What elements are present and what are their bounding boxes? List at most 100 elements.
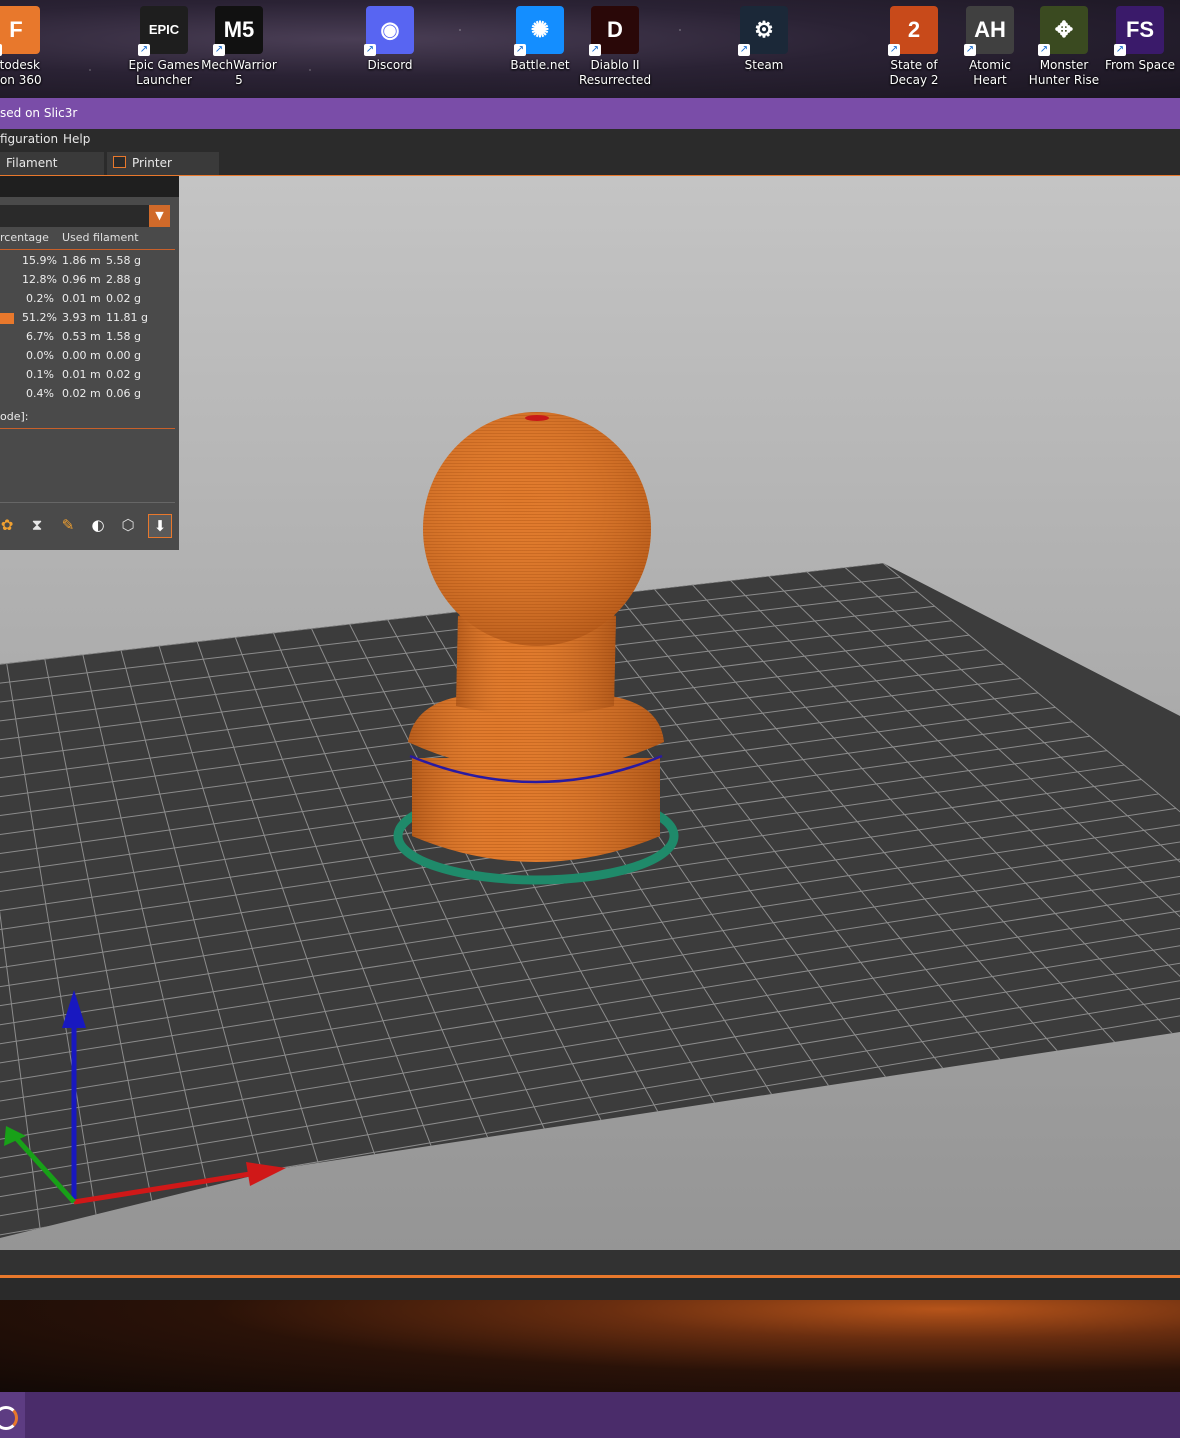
legend-percentage: 15.9% [22,254,57,267]
shortcut-arrow-icon: ↗ [888,44,900,56]
from-space-icon: FS ↗ [1114,6,1164,56]
shortcut-arrow-icon: ↗ [213,44,225,56]
legend-length: 0.01 m [62,368,101,381]
window-bottom-edge [0,1278,1180,1300]
menu-help[interactable]: Help [63,132,90,146]
shortcut-arrow-icon: ↗ [138,44,150,56]
legend-length: 0.96 m [62,273,101,286]
legend-length: 0.00 m [62,349,101,362]
desktop-icon-battlenet[interactable]: ✺ ↗ Battle.net [502,6,578,73]
desktop-wallpaper: F↗utodesk sion 360 EPIC↗Epic Games Launch… [0,0,1180,98]
color-swatch [0,313,14,324]
legend-row: 0.4% 0.02 m 0.06 g [0,385,179,404]
legend-weight: 0.02 g [106,368,141,381]
legend-percentage: 0.0% [26,349,54,362]
hourglass-icon[interactable]: ⧗ [26,514,48,536]
window-titlebar[interactable]: sed on Slic3r [0,98,1180,129]
legend-percentage: 0.2% [26,292,54,305]
legend-weight: 11.81 g [106,311,148,324]
shortcut-arrow-icon: ↗ [0,44,2,56]
col-percentage: rcentage [0,231,49,244]
prusaslicer-icon [0,1406,18,1430]
desktop-icon-from-space[interactable]: FS ↗ From Space [1102,6,1178,73]
center-of-gravity-icon[interactable]: ◐ [87,514,109,536]
desktop-icon-diablo[interactable]: D ↗ Diablo II Resurrected [577,6,653,88]
state-of-decay-icon: 2 ↗ [888,6,938,56]
desktop-icon-label: From Space [1104,58,1176,72]
diablo-icon: D ↗ [589,6,639,56]
legend-panel: ▼ rcentage Used filament 15.9% 1.86 m 5.58… [0,176,179,550]
cube-wireframe-icon[interactable]: ⬡ [117,514,139,536]
mechwarrior-icon: M5 ↗ [213,6,263,56]
brush-icon[interactable]: ✎ [57,514,79,536]
desktop-wallpaper-bottom [0,1300,1180,1392]
shortcut-arrow-icon: ↗ [1038,44,1050,56]
monster-hunter-icon: ✥ ↗ [1038,6,1088,56]
legend-weight: 2.88 g [106,273,141,286]
taskbar [0,1392,1180,1438]
desktop-icon-label: Atomic Heart [969,58,1011,87]
desktop-icon-steam[interactable]: ⚙ ↗ Steam [726,6,802,73]
desktop-icon-label: Steam [744,58,784,72]
legend-row: 0.0% 0.00 m 0.00 g [0,347,179,366]
desktop-icon-label: Monster Hunter Rise [1028,58,1100,87]
atomic-heart-icon: AH ↗ [964,6,1014,56]
desktop-icon-label: Epic Games Launcher [128,58,200,87]
legend-weight: 0.06 g [106,387,141,400]
export-arrow-icon[interactable]: ⬇ [148,514,172,538]
legend-length: 1.86 m [62,254,101,267]
legend-toolbar: ✿ ⧗ ✎ ◐ ⬡ ⬇ [0,514,179,538]
legend-percentage: 6.7% [26,330,54,343]
printer-icon [113,156,126,168]
desktop-icon-mechwarrior[interactable]: M5 ↗ MechWarrior 5 [201,6,277,88]
view-type-combo[interactable]: ▼ [0,205,170,227]
discord-icon: ◉ ↗ [364,6,414,56]
legend-percentage: 0.4% [26,387,54,400]
desktop-icon-label: State of Decay 2 [889,58,939,87]
desktop-icon-label: Discord [367,58,413,72]
legend-divider [0,249,175,250]
legend-row: 0.1% 0.01 m 0.02 g [0,366,179,385]
taskbar-app-button[interactable] [0,1392,25,1438]
legend-length: 0.53 m [62,330,101,343]
legend-percentage: 51.2% [22,311,57,324]
legend-weight: 5.58 g [106,254,141,267]
shortcut-arrow-icon: ↗ [964,44,976,56]
epic-games-icon: EPIC ↗ [138,6,188,56]
steam-icon: ⚙ ↗ [738,6,788,56]
legend-row: 6.7% 0.53 m 1.58 g [0,328,179,347]
legend-divider [0,428,175,429]
chevron-down-icon[interactable]: ▼ [149,205,170,227]
shortcut-arrow-icon: ↗ [1114,44,1126,56]
desktop-icon-label: Diablo II Resurrected [578,58,652,87]
desktop-icon-epic-games[interactable]: EPIC ↗ Epic Games Launcher [126,6,202,88]
legend-weight: 0.02 g [106,292,141,305]
legend-weight: 0.00 g [106,349,141,362]
menu-configuration[interactable]: figuration [0,132,58,146]
tab-filament-settings[interactable]: Filament Settings [0,152,104,192]
tab-printer-settings[interactable]: Printer Settings [107,152,219,192]
legend-length: 0.02 m [62,387,101,400]
legend-length: 3.93 m [62,311,101,324]
legend-row: 0.2% 0.01 m 0.02 g [0,290,179,309]
desktop-icon-label: Battle.net [510,58,570,72]
desktop-icon-atomic-heart[interactable]: AH ↗ Atomic Heart [952,6,1028,88]
legend-weight: 1.58 g [106,330,141,343]
legend-row: 51.2% 3.93 m 11.81 g [0,309,179,328]
legend-header [0,176,179,197]
desktop-icon-monster-hunter[interactable]: ✥ ↗ Monster Hunter Rise [1026,6,1102,88]
battlenet-icon: ✺ ↗ [514,6,564,56]
desktop-icon-label: MechWarrior 5 [201,58,277,87]
desktop-icon-state-of-decay[interactable]: 2 ↗ State of Decay 2 [876,6,952,88]
fusion-360-icon: F↗ [0,6,40,56]
col-used-filament: Used filament [62,231,139,244]
legend-percentage: 12.8% [22,273,57,286]
shortcut-arrow-icon: ↗ [364,44,376,56]
shortcut-arrow-icon: ↗ [589,44,601,56]
shortcut-arrow-icon: ↗ [514,44,526,56]
legend-percentage: 0.1% [26,368,54,381]
desktop-icon-discord[interactable]: ◉ ↗ Discord [352,6,428,73]
color-palette-icon[interactable]: ✿ [0,514,18,536]
desktop-icon-label: utodesk sion 360 [0,58,42,87]
desktop-icon-fusion-360[interactable]: F↗utodesk sion 360 [0,6,54,88]
